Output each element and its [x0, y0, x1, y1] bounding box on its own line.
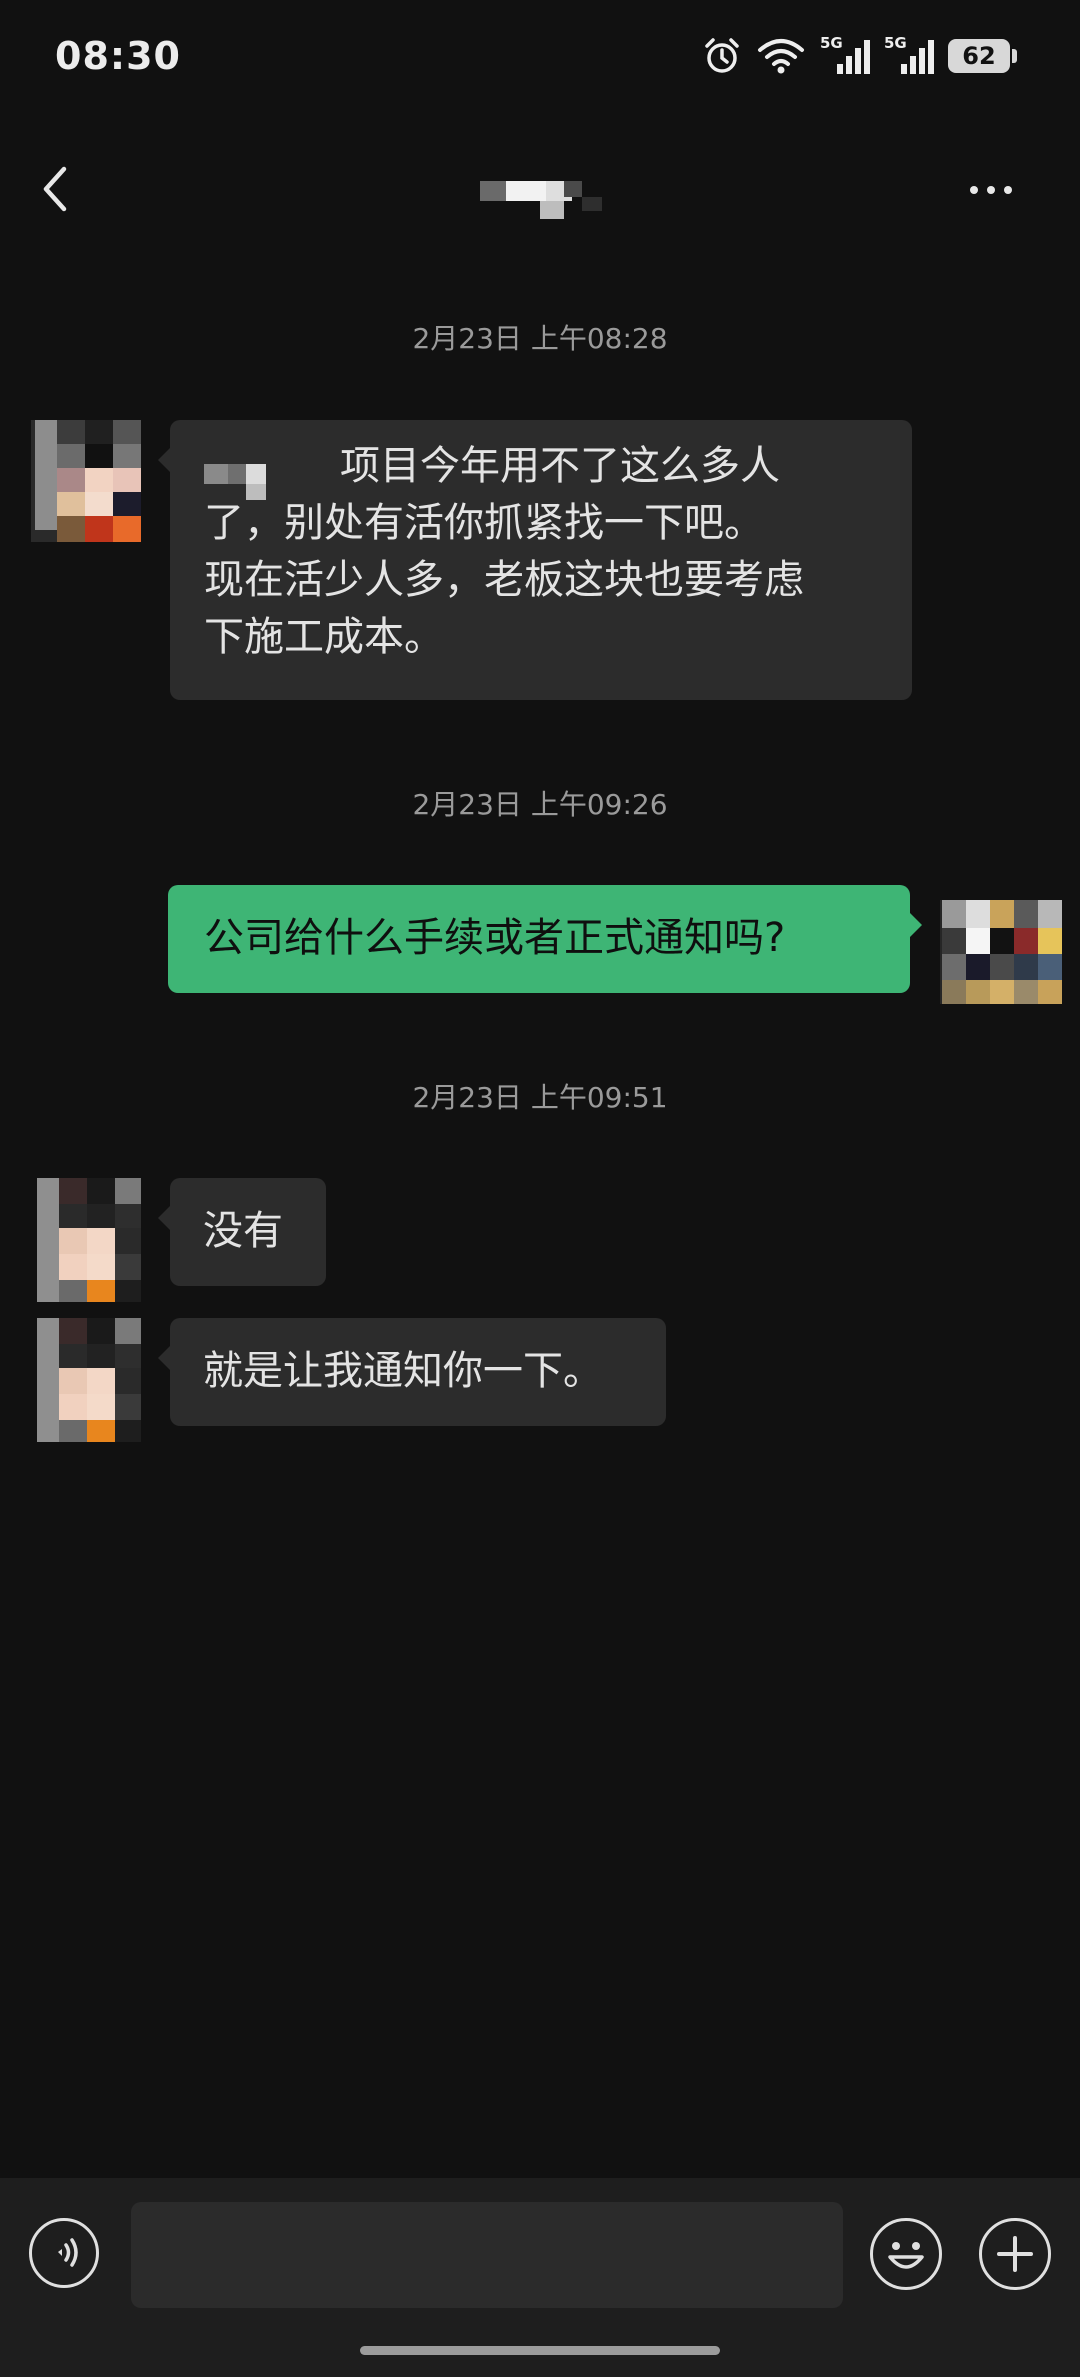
status-icons: 5G 5G 62 [702, 32, 1017, 80]
smiley-face-icon [888, 2242, 924, 2269]
message-line: 了，别处有活你抓紧找一下吧。 [204, 500, 764, 546]
5g-signal-icon: 5G [820, 34, 870, 78]
message-line: 下施工成本。 [204, 614, 444, 660]
contact-avatar[interactable] [37, 1318, 141, 1442]
outgoing-message-bubble[interactable]: 公司给什么手续或者正式通知吗? [168, 885, 922, 993]
message-timestamp: 2月23日 上午08:28 [412, 322, 668, 355]
message-text: 就是让我通知你一下。 [203, 1348, 603, 1394]
status-time: 08:30 [55, 34, 181, 78]
ellipsis-icon[interactable] [970, 175, 1030, 205]
message-line: 项目今年用不了这么多人 [340, 443, 780, 489]
message-line: 现在活少人多，老板这块也要考虑 [204, 557, 804, 603]
plus-glyph-icon [997, 2236, 1033, 2272]
plus-icon[interactable] [979, 2218, 1051, 2290]
incoming-message-bubble[interactable]: 项目今年用不了这么多人 了，别处有活你抓紧找一下吧。 现在活少人多，老板这块也要… [158, 420, 912, 700]
voice-icon[interactable] [29, 2218, 99, 2288]
incoming-message-bubble[interactable]: 没有 [158, 1178, 326, 1286]
redacted-text-mosaic [204, 440, 294, 500]
status-bar: 08:30 5G 5G 62 [0, 0, 1080, 115]
home-indicator[interactable] [360, 2346, 720, 2355]
chat-input-bar [0, 2178, 1080, 2377]
message-text: 没有 [203, 1208, 283, 1254]
battery-icon: 62 [948, 39, 1017, 73]
chevron-left-icon[interactable] [36, 163, 76, 215]
wifi-icon [758, 39, 804, 74]
message-timestamp: 2月23日 上午09:51 [412, 1081, 668, 1114]
contact-avatar[interactable] [31, 420, 141, 542]
voice-waves-icon [58, 2238, 78, 2267]
alarm-icon [705, 38, 739, 73]
message-input[interactable] [131, 2202, 843, 2308]
message-text: 公司给什么手续或者正式通知吗? [204, 915, 786, 961]
chat-header [0, 115, 1080, 255]
incoming-message-bubble[interactable]: 就是让我通知你一下。 [158, 1318, 666, 1426]
battery-level: 62 [962, 42, 996, 70]
own-avatar[interactable] [940, 900, 1062, 1004]
5g-signal-icon: 5G [884, 34, 934, 78]
contact-avatar[interactable] [37, 1178, 141, 1302]
contact-name-pixelated [480, 177, 620, 219]
message-timestamp: 2月23日 上午09:26 [412, 788, 668, 821]
emoji-icon[interactable] [870, 2218, 942, 2290]
